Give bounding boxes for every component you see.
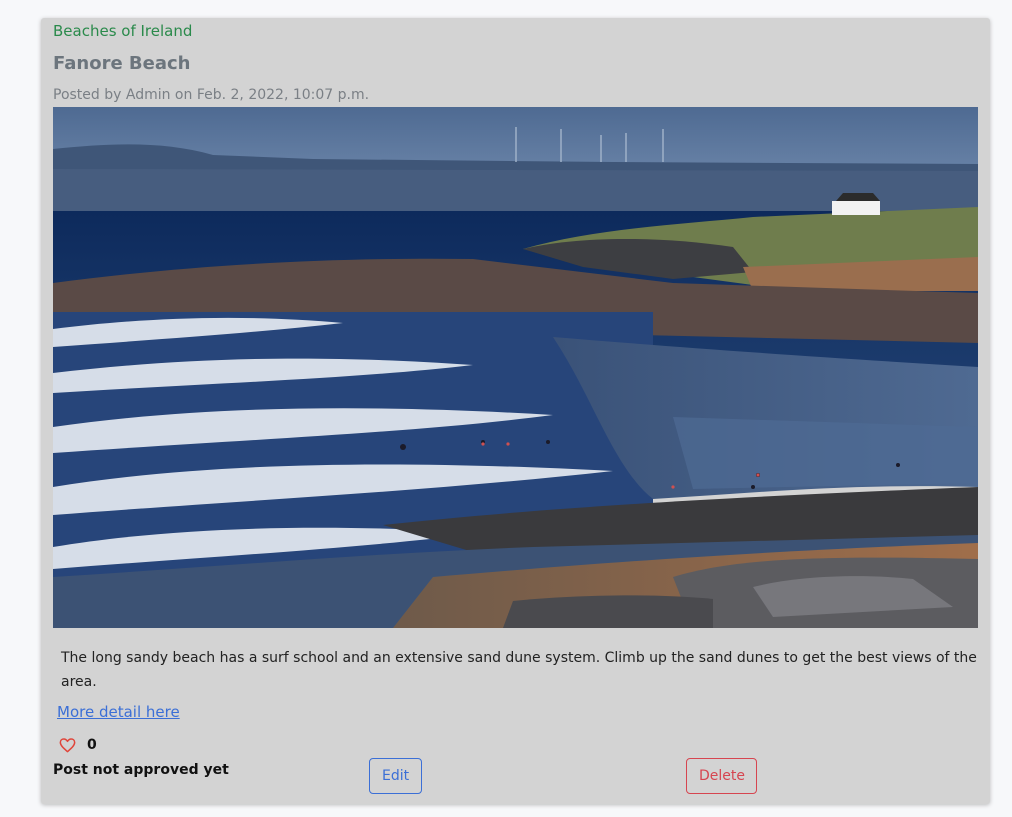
like-count: 0: [87, 737, 97, 753]
post-category: Beaches of Ireland: [53, 22, 193, 40]
more-detail-link[interactable]: More detail here: [57, 703, 180, 721]
post-excerpt: The long sandy beach has a surf school a…: [61, 650, 977, 690]
edit-button[interactable]: Edit: [369, 758, 422, 794]
like-section: 0: [59, 737, 97, 753]
heart-outline-icon[interactable]: [59, 737, 76, 753]
delete-button[interactable]: Delete: [686, 758, 757, 794]
post-title: Fanore Beach: [53, 53, 191, 74]
post-meta: Posted by Admin on Feb. 2, 2022, 10:07 p…: [53, 87, 370, 103]
post-image: [53, 107, 978, 628]
post-card: Beaches of Ireland Fanore Beach Posted b…: [41, 18, 990, 804]
approval-status: Post not approved yet: [53, 762, 229, 778]
